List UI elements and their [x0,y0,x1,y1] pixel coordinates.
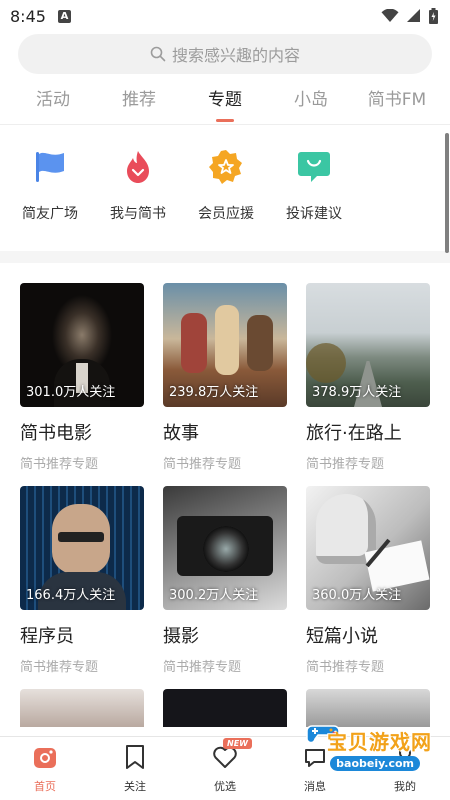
topic-card-travel[interactable]: 378.9万人关注 旅行·在路上 简书推荐专题 [306,283,430,486]
message-icon [301,743,329,771]
topic-subtitle: 简书推荐专题 [306,660,385,675]
search-placeholder: 搜索感兴趣的内容 [171,46,300,65]
status-icons [381,8,438,24]
tab-recommend[interactable]: 推荐 [96,74,182,124]
topic-title: 旅行·在路上 [306,423,402,444]
nav-label: 首页 [34,780,56,793]
topic-cover-image: 378.9万人关注 [306,283,430,407]
topic-row-partial [0,689,450,727]
flag-icon [30,147,70,187]
tab-fm[interactable]: 简书FM [354,74,440,124]
topic-title: 程序员 [20,626,74,647]
nav-home[interactable]: 首页 [0,737,90,800]
topic-title: 故事 [163,423,199,444]
topic-title: 简书电影 [20,423,92,444]
status-bar: 8:45 A [0,0,450,32]
notification-icon: A [57,9,71,23]
topic-subtitle: 简书推荐专题 [306,457,385,472]
topic-card-photography[interactable]: 300.2万人关注 摄影 简书推荐专题 [163,486,287,689]
topic-grid: 301.0万人关注 简书电影 简书推荐专题 239.8万人关注 故事 简书推荐专… [0,263,450,689]
topic-subtitle: 简书推荐专题 [20,660,99,675]
topic-title: 摄影 [163,626,199,647]
follower-count: 239.8万人关注 [169,385,259,400]
topic-cover-image: 166.4万人关注 [20,486,144,610]
shortcut-member-support[interactable]: 会员应援 [182,147,270,251]
topic-subtitle: 简书推荐专题 [163,660,242,675]
shortcut-me-and-jianshu[interactable]: 我与简书 [94,147,182,251]
topic-cover-image[interactable] [306,689,430,727]
section-separator [0,251,450,263]
shortcut-label: 投诉建议 [286,206,342,222]
scroll-indicator[interactable] [445,133,449,253]
topic-subtitle: 简书推荐专题 [163,457,242,472]
nav-label: 关注 [124,780,146,793]
heart-icon: NEW [211,738,252,771]
status-time: 8:45 [10,6,46,26]
topic-subtitle: 简书推荐专题 [20,457,99,472]
search-icon [150,46,166,62]
topic-card-movie[interactable]: 301.0万人关注 简书电影 简书推荐专题 [20,283,144,486]
topic-cover-image: 239.8万人关注 [163,283,287,407]
nav-messages[interactable]: 消息 [270,737,360,800]
follower-count: 378.9万人关注 [312,385,402,400]
nav-follow[interactable]: 关注 [90,737,180,800]
nav-label: 我的 [394,780,416,793]
wifi-icon [381,9,399,22]
topic-card-story[interactable]: 239.8万人关注 故事 简书推荐专题 [163,283,287,486]
shortcut-label: 我与简书 [110,206,166,222]
bottom-navigation: 首页 关注 NEW 优选 消息 我的 [0,736,450,800]
topic-cover-image[interactable] [20,689,144,727]
tab-activity[interactable]: 活动 [10,74,96,124]
chat-bubble-icon [294,147,334,187]
home-icon [31,743,59,771]
follower-count: 300.2万人关注 [169,588,259,603]
star-badge-icon [206,147,246,187]
shortcut-label: 会员应援 [198,206,254,222]
profile-icon [391,743,419,771]
tab-topics[interactable]: 专题 [182,74,268,124]
topic-cover-image: 300.2万人关注 [163,486,287,610]
topic-title: 短篇小说 [306,626,378,647]
follower-count: 166.4万人关注 [26,588,116,603]
nav-mine[interactable]: 我的 [360,737,450,800]
topic-cover-image: 301.0万人关注 [20,283,144,407]
new-badge: NEW [223,738,252,749]
nav-label: 优选 [214,780,236,793]
follower-count: 301.0万人关注 [26,385,116,400]
follower-count: 360.0万人关注 [312,588,402,603]
topic-cover-image: 360.0万人关注 [306,486,430,610]
search-bar[interactable]: 搜索感兴趣的内容 [18,34,432,74]
shortcut-row: 简友广场 我与简书 会员应援 投诉建议 [0,125,450,251]
top-tabs: 活动 推荐 专题 小岛 简书FM [0,74,450,124]
shortcut-feedback[interactable]: 投诉建议 [270,147,358,251]
shortcut-square[interactable]: 简友广场 [6,147,94,251]
flame-icon [118,147,158,187]
shortcut-label: 简友广场 [22,206,78,222]
nav-label: 消息 [304,780,326,793]
topic-card-programmer[interactable]: 166.4万人关注 程序员 简书推荐专题 [20,486,144,689]
bookmark-icon [121,743,149,771]
battery-icon [429,8,438,24]
topic-card-short-story[interactable]: 360.0万人关注 短篇小说 简书推荐专题 [306,486,430,689]
nav-featured[interactable]: NEW 优选 [180,737,270,800]
topic-cover-image[interactable] [163,689,287,727]
cell-signal-icon [407,9,420,22]
tab-island[interactable]: 小岛 [268,74,354,124]
